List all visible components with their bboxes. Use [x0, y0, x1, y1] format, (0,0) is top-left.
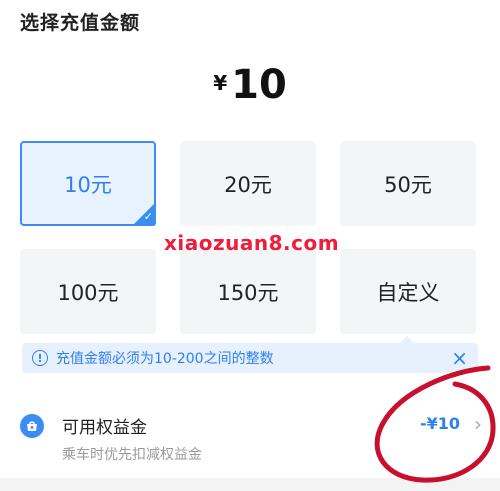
benefit-row[interactable]: 可用权益金 乘车时优先扣减权益金 -¥10 ›: [0, 400, 500, 475]
amount-option-label: 100元: [57, 280, 119, 305]
amount-option-10[interactable]: 10元 ✓: [20, 141, 156, 226]
benefit-subtitle: 乘车时优先扣减权益金: [62, 447, 202, 463]
amount-option-20[interactable]: 20元: [180, 141, 316, 226]
amount-option-50[interactable]: 50元: [340, 141, 476, 226]
notice-pointer: [400, 336, 414, 343]
benefit-amount: -¥10: [419, 414, 460, 433]
amount-option-100[interactable]: 100元: [20, 249, 156, 334]
divider: [0, 478, 500, 491]
amount-option-custom[interactable]: 自定义: [340, 249, 476, 334]
section-title: 选择充值金额: [20, 12, 141, 34]
check-icon: ✓: [143, 210, 153, 223]
amount-option-150[interactable]: 150元: [180, 249, 316, 334]
benefit-bag-icon: [20, 414, 44, 438]
amount-option-label: 150元: [217, 280, 279, 305]
watermark-text: xiaozuan8.com: [164, 231, 340, 255]
amount-option-label: 10元: [64, 172, 112, 197]
recharge-amount-display: ¥10: [0, 62, 500, 108]
amount-rule-notice: ! 充值金额必须为10-200之间的整数 ×: [22, 336, 478, 373]
notice-text: 充值金额必须为10-200之间的整数: [56, 351, 274, 367]
amount-option-label: 自定义: [376, 280, 440, 305]
info-icon: !: [32, 350, 48, 366]
close-icon[interactable]: ×: [451, 348, 468, 368]
amount-option-label: 50元: [384, 172, 432, 197]
currency-symbol: ¥: [213, 71, 228, 95]
amount-option-label: 20元: [224, 172, 272, 197]
chevron-right-icon: ›: [474, 412, 482, 436]
amount-value: 10: [231, 62, 287, 108]
benefit-label: 可用权益金: [62, 418, 147, 438]
